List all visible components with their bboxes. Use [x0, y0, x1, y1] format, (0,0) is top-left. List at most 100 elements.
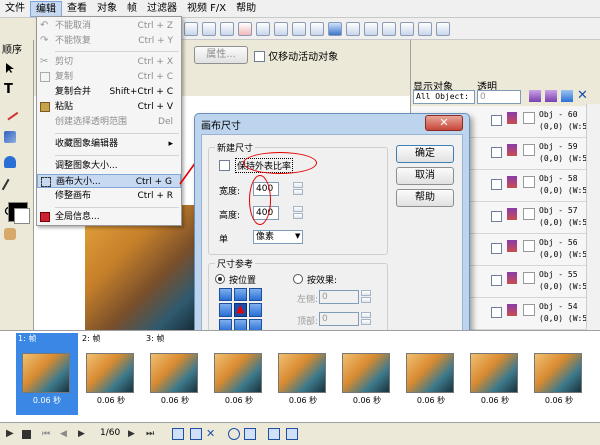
frame-thumbnail[interactable]: 2: 帧 0.06 秒	[80, 333, 142, 415]
menu-file[interactable]: 文件	[0, 1, 30, 17]
height-spinner[interactable]	[293, 206, 305, 220]
settings-icon[interactable]	[418, 21, 432, 36]
frame-thumbnail[interactable]: 1: 帧 0.06 秒	[16, 333, 78, 415]
help-button[interactable]: 帮助	[396, 189, 454, 207]
add-frame-icon[interactable]	[172, 428, 184, 440]
menu-view[interactable]: 查看	[62, 1, 92, 17]
wizard-icon[interactable]	[400, 21, 414, 36]
open-icon[interactable]	[202, 21, 216, 36]
menu-help[interactable]: 帮助	[231, 1, 261, 17]
frame-icon[interactable]	[292, 21, 306, 36]
next-frame-icon[interactable]: ▶	[78, 428, 90, 440]
top-offset-spinner[interactable]	[361, 312, 373, 326]
obj-tool-1-icon[interactable]	[529, 90, 541, 102]
preview-icon[interactable]	[382, 21, 396, 36]
left-offset-input[interactable]: 0	[319, 290, 359, 304]
top-offset-input[interactable]: 0	[319, 312, 359, 326]
object-visible-checkbox[interactable]	[491, 115, 502, 126]
move-active-checkbox[interactable]	[254, 51, 265, 62]
help-pointer-icon[interactable]	[436, 21, 450, 36]
dialog-close-button[interactable]: ✕	[425, 115, 463, 131]
play-icon[interactable]: ▶	[6, 428, 18, 440]
by-position-radio[interactable]	[215, 274, 225, 284]
menu-item-resize-image[interactable]: 调整图象大小...	[37, 159, 181, 173]
rotate-frame-icon[interactable]	[228, 428, 240, 440]
objects-scrollbar[interactable]	[586, 104, 600, 330]
menu-item-create-transparency[interactable]: 创建选择透明范围 Del	[37, 115, 181, 129]
last-frame-icon[interactable]: ▶	[128, 428, 140, 440]
frame-thumbnail[interactable]: 0.06 秒	[464, 333, 526, 415]
prev-frame-icon[interactable]: ◀	[60, 428, 72, 440]
by-position-label: 按位置	[229, 276, 257, 286]
save-icon[interactable]	[220, 21, 234, 36]
delete-icon[interactable]	[238, 21, 252, 36]
menu-object[interactable]: 对象	[92, 1, 122, 17]
frame-thumbnail[interactable]: 0.06 秒	[400, 333, 462, 415]
global-info-icon	[40, 212, 50, 222]
stop-icon[interactable]	[22, 430, 31, 439]
frame-thumbnail[interactable]: 0.06 秒	[208, 333, 270, 415]
frame-thumbnail[interactable]: 0.06 秒	[336, 333, 398, 415]
frame-image	[150, 353, 198, 393]
delete-frame-icon[interactable]: ✕	[206, 428, 218, 440]
menu-item-cut[interactable]: ✂ 剪切 Ctrl + X	[37, 55, 181, 69]
ok-button[interactable]: 确定	[396, 145, 454, 163]
brush-tool-icon[interactable]	[4, 131, 16, 143]
object-visible-checkbox[interactable]	[491, 179, 502, 190]
display-objects-select[interactable]: All Object:	[413, 90, 475, 104]
menu-item-global-info[interactable]: 全局信息...	[37, 210, 181, 224]
frame-settings-icon[interactable]	[286, 428, 298, 440]
color-icon[interactable]	[310, 21, 324, 36]
flip-frame-icon[interactable]	[244, 428, 256, 440]
frame-properties-icon[interactable]	[268, 428, 280, 440]
obj-tool-2-icon[interactable]	[545, 90, 557, 102]
frame-thumbnail[interactable]: 0.06 秒	[528, 333, 590, 415]
zoom-out-icon[interactable]	[364, 21, 378, 36]
pointer-tool-icon[interactable]	[4, 62, 16, 74]
menu-edit[interactable]: 编辑	[30, 0, 62, 17]
menu-item-paste[interactable]: 粘贴 Ctrl + V	[37, 100, 181, 114]
keep-ratio-checkbox[interactable]	[219, 160, 230, 171]
eyedropper-tool-icon[interactable]	[1, 178, 19, 196]
transparency-select[interactable]: 0	[477, 90, 521, 104]
copy-icon[interactable]	[256, 21, 270, 36]
menu-item-copy-merged[interactable]: 复制合并 Shift+Ctrl + C	[37, 85, 181, 99]
menu-filter[interactable]: 过滤器	[142, 1, 182, 17]
left-offset-spinner[interactable]	[361, 290, 373, 304]
ie-icon[interactable]	[328, 21, 342, 36]
object-visible-checkbox[interactable]	[491, 307, 502, 318]
frame-thumbnail[interactable]: 3: 帧 0.06 秒	[144, 333, 206, 415]
zoom-in-icon[interactable]	[346, 21, 360, 36]
background-swatch[interactable]	[14, 208, 30, 224]
cancel-button[interactable]: 取消	[396, 167, 454, 185]
width-spinner[interactable]	[293, 182, 305, 196]
object-visible-checkbox[interactable]	[491, 275, 502, 286]
hand-tool-icon[interactable]	[4, 228, 16, 240]
menu-item-canvas-size[interactable]: 画布大小... Ctrl + G	[37, 174, 181, 188]
pen-tool-icon[interactable]	[1, 103, 19, 121]
menu-item-favorite-editors[interactable]: 收藏图象编辑器 ▸	[37, 137, 181, 151]
menu-item-undo[interactable]: ↶ 不能取消 Ctrl + Z	[37, 19, 181, 33]
object-visible-checkbox[interactable]	[491, 211, 502, 222]
object-visible-checkbox[interactable]	[491, 243, 502, 254]
menu-item-trim-canvas[interactable]: 修整画布 Ctrl + R	[37, 189, 181, 203]
fill-tool-icon[interactable]	[4, 156, 16, 168]
paste-icon[interactable]	[274, 21, 288, 36]
menu-item-copy[interactable]: 复制 Ctrl + C	[37, 70, 181, 84]
obj-delete-icon[interactable]: ✕	[577, 88, 588, 103]
properties-button[interactable]: 属性...	[194, 46, 248, 64]
by-effect-radio[interactable]	[293, 274, 303, 284]
move-active-toggle[interactable]: 仅移动活动对象	[254, 48, 338, 63]
menu-frame[interactable]: 帧	[122, 1, 142, 17]
end-frame-icon[interactable]: ⏭	[146, 428, 158, 440]
menu-video-fx[interactable]: 视频 F/X	[182, 1, 231, 17]
menu-item-redo[interactable]: ↷ 不能恢复 Ctrl + Y	[37, 34, 181, 48]
new-icon[interactable]	[184, 21, 198, 36]
first-frame-icon[interactable]: ⏮	[42, 428, 54, 440]
object-visible-checkbox[interactable]	[491, 147, 502, 158]
duplicate-frame-icon[interactable]	[190, 428, 202, 440]
frame-thumbnail[interactable]: 0.06 秒	[272, 333, 334, 415]
obj-tool-3-icon[interactable]	[561, 90, 573, 102]
playback-bar: ▶ ⏮ ◀ ▶ 1/60 ▶ ⏭ ✕	[0, 422, 600, 445]
text-tool-icon[interactable]: T	[4, 83, 16, 96]
